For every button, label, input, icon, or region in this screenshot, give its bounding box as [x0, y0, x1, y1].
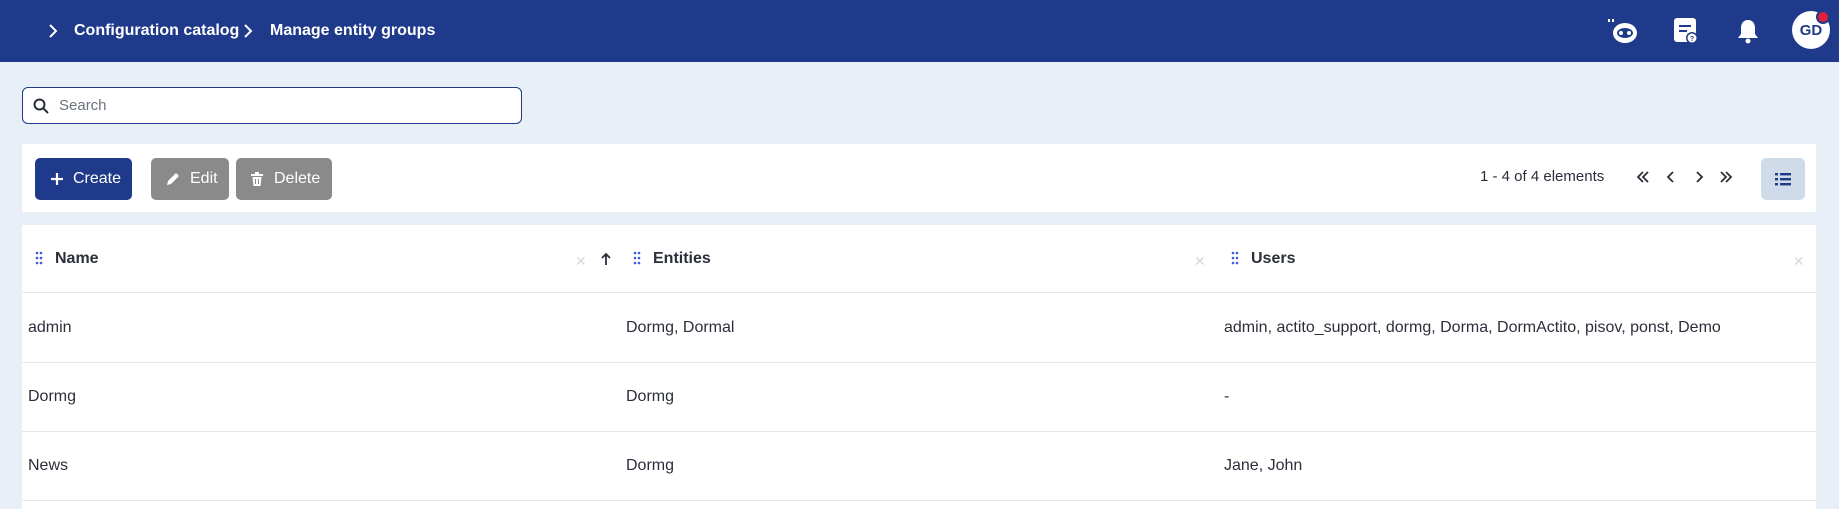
notification-badge — [1816, 10, 1830, 24]
cell-users: Jane, John — [1224, 457, 1303, 474]
edit-button-label: Edit — [190, 170, 218, 187]
column-header-entities[interactable]: Entities — [653, 225, 711, 293]
list-view-toggle[interactable] — [1761, 158, 1805, 200]
cell-name: admin — [28, 319, 72, 336]
clear-filter-icon[interactable]: ✕ — [1194, 253, 1206, 270]
table-header: Name ✕ Entities ✕ Users ✕ — [22, 225, 1816, 293]
cell-entities: Dormg — [626, 457, 675, 474]
chatbot-icon — [1608, 19, 1637, 43]
column-header-users[interactable]: Users — [1251, 225, 1295, 293]
cell-users: - — [1224, 388, 1230, 405]
next-page-icon[interactable] — [1690, 168, 1708, 186]
delete-button[interactable]: Delete — [236, 158, 332, 200]
sort-ascending-icon[interactable] — [600, 252, 612, 266]
help-icon: ? — [1674, 18, 1698, 44]
actions-toolbar: Create Edit Delete 1 - 4 of 4 elements — [22, 144, 1816, 212]
table-row[interactable]: Dormg Dormg - — [22, 363, 1816, 432]
chatbot-button[interactable] — [1605, 13, 1641, 49]
cell-users: admin, actito_support, dormg, Dorma, Dor… — [1224, 319, 1721, 336]
breadcrumb-configuration-catalog[interactable]: Configuration catalog — [74, 0, 239, 62]
notifications-button[interactable] — [1730, 13, 1766, 49]
search-box — [22, 87, 522, 124]
create-button-label: Create — [73, 170, 122, 187]
drag-handle-icon[interactable] — [633, 251, 641, 265]
list-icon — [1775, 173, 1791, 186]
cell-entities: Dormg — [626, 388, 675, 405]
svg-text:?: ? — [1690, 36, 1694, 43]
breadcrumb-current-page: Manage entity groups — [270, 22, 436, 39]
cell-entities: Dormg, Dormal — [626, 319, 735, 336]
help-button[interactable]: ? — [1668, 13, 1704, 49]
pagination-summary: 1 - 4 of 4 elements — [1480, 168, 1605, 185]
top-bar: Configuration catalog Manage entity grou… — [0, 0, 1839, 62]
table-row[interactable]: admin Dormg, Dormal admin, actito_suppor… — [22, 294, 1816, 363]
chevron-right-icon — [49, 24, 58, 38]
plus-icon — [51, 173, 63, 185]
search-input[interactable] — [59, 88, 514, 123]
first-page-icon[interactable] — [1634, 168, 1652, 186]
search-icon — [33, 98, 49, 114]
drag-handle-icon[interactable] — [1231, 251, 1239, 265]
column-header-name[interactable]: Name — [55, 225, 99, 293]
trash-icon — [251, 172, 263, 186]
edit-button[interactable]: Edit — [151, 158, 229, 200]
cell-name: Dormg — [28, 388, 77, 405]
entity-groups-table: Name ✕ Entities ✕ Users ✕ admin Dormg, D… — [22, 225, 1816, 509]
previous-page-icon[interactable] — [1662, 168, 1680, 186]
clear-filter-icon[interactable]: ✕ — [1793, 253, 1805, 270]
cell-name: News — [28, 457, 69, 474]
create-button[interactable]: Create — [35, 158, 132, 200]
chevron-right-icon — [244, 24, 253, 38]
clear-filter-icon[interactable]: ✕ — [575, 253, 587, 270]
drag-handle-icon[interactable] — [35, 251, 43, 265]
bell-icon — [1738, 20, 1758, 44]
last-page-icon[interactable] — [1717, 168, 1735, 186]
pencil-icon — [167, 173, 179, 185]
delete-button-label: Delete — [274, 170, 321, 187]
table-row[interactable]: News Dormg Jane, John — [22, 432, 1816, 501]
